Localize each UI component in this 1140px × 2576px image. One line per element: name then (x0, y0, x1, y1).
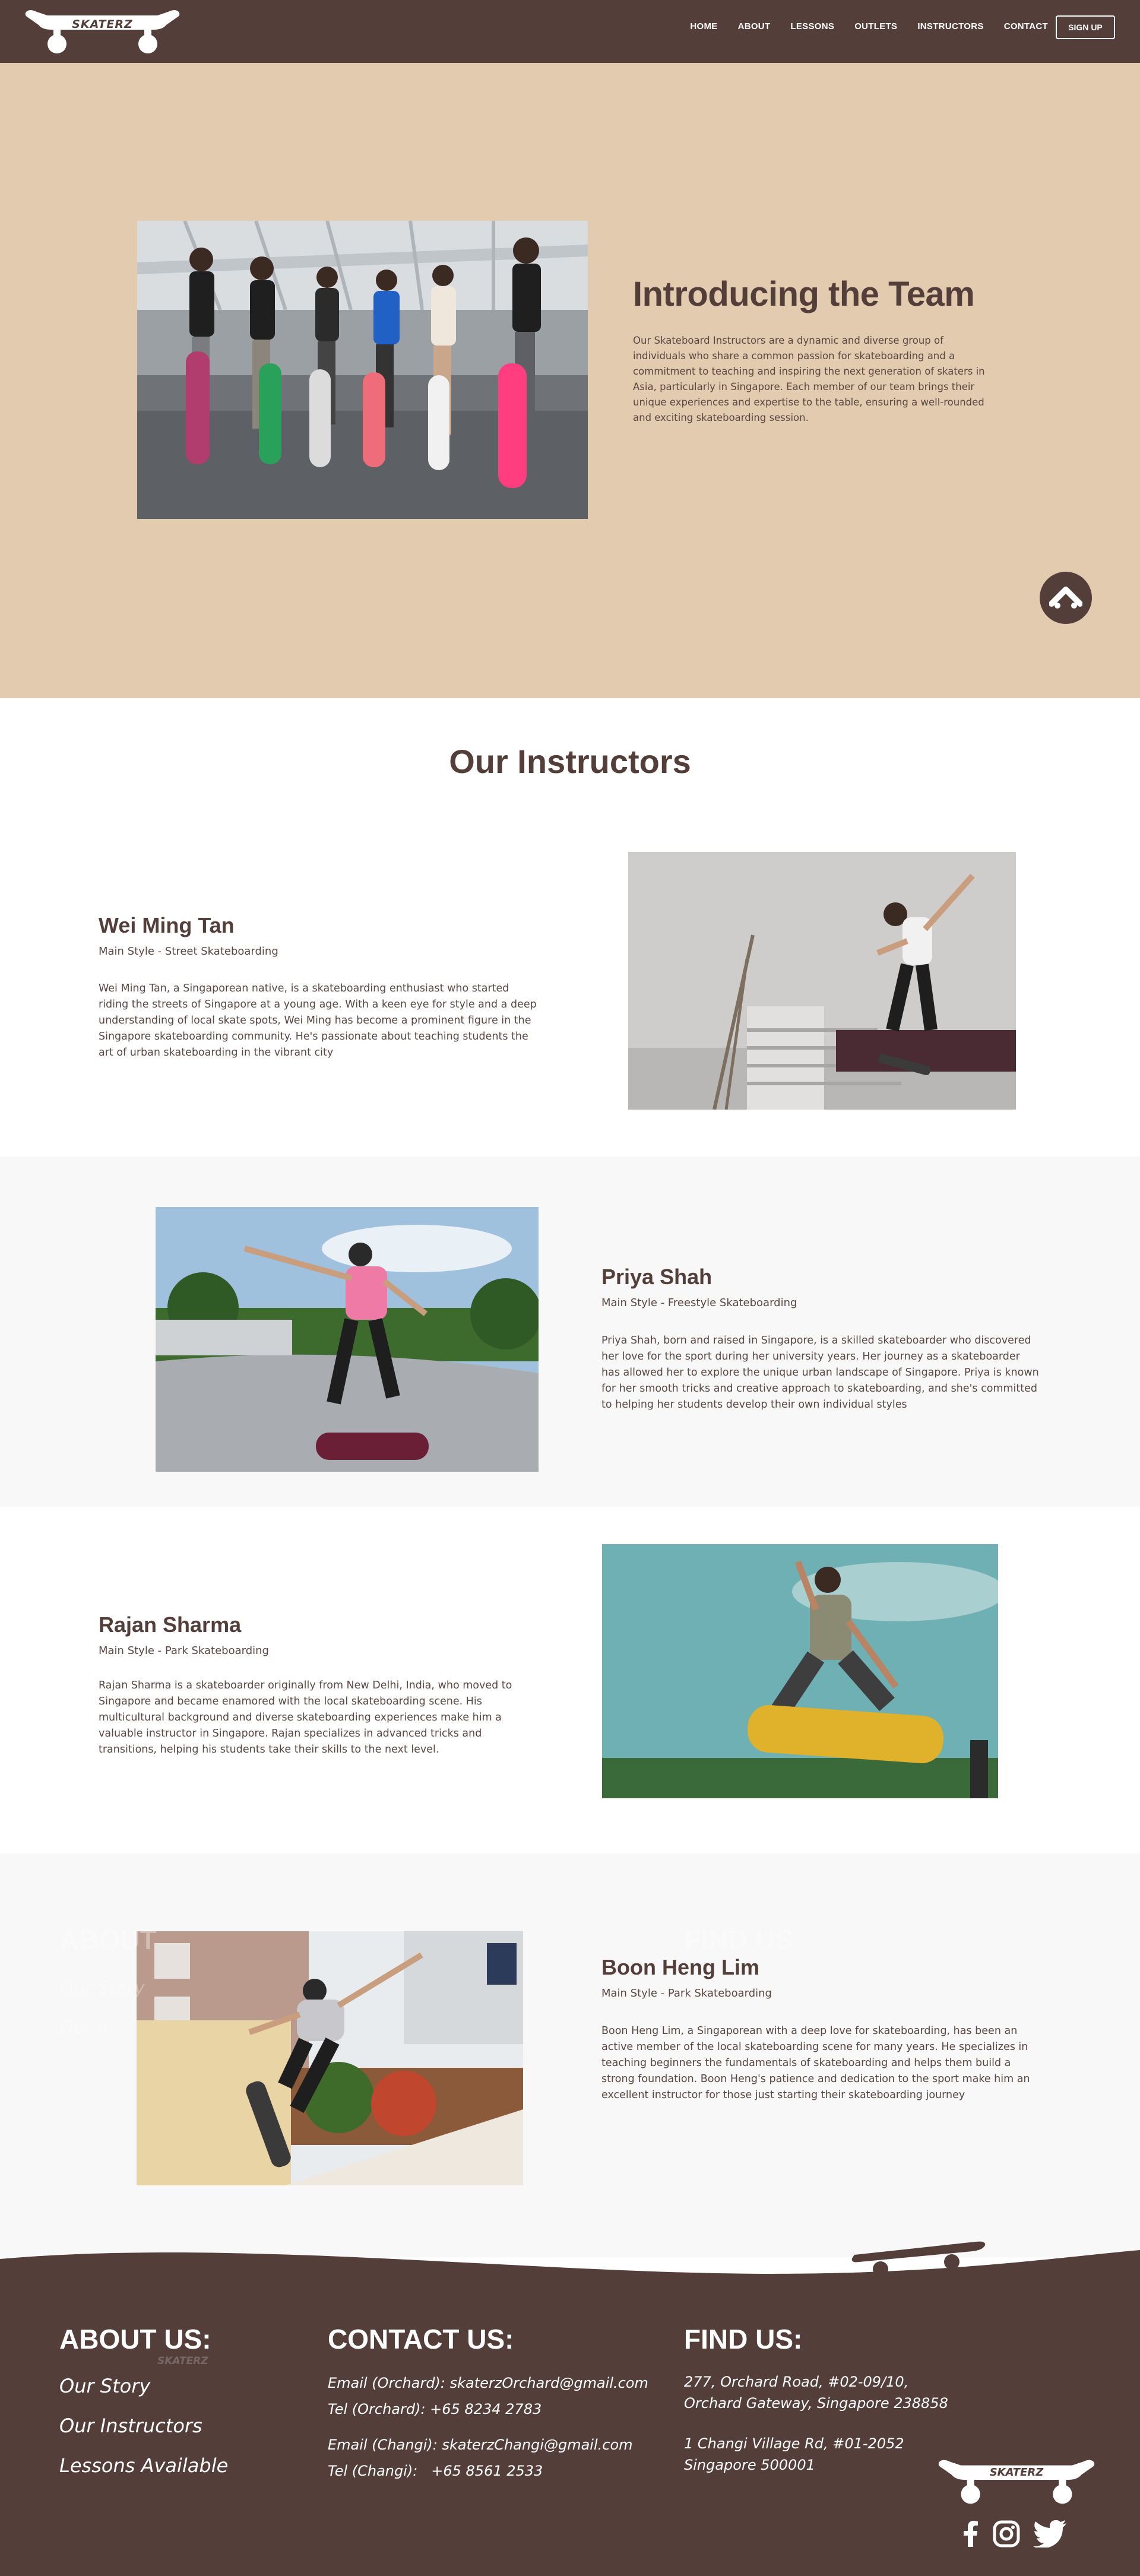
contact-changi-email[interactable]: Email (Changi): skaterzChangi@gmail.com (328, 2434, 633, 2455)
footer-link-our-story[interactable]: Our Story (59, 2375, 150, 2397)
instructor-photo-boon-heng (137, 1931, 523, 2185)
instructor-name-wei-ming: Wei Ming Tan (99, 913, 235, 937)
address-changi-line-1: 1 Changi Village Rd, #01-2052 (684, 2435, 904, 2452)
instructor-name-priya: Priya Shah (601, 1265, 712, 1289)
facebook-icon[interactable] (959, 2516, 983, 2552)
contact-changi-tel[interactable]: Tel (Changi): +65 8561 2533 (328, 2460, 543, 2482)
nav-links: HOME ABOUT LESSONS OUTLETS INSTRUCTORS C… (680, 21, 1058, 33)
footer-logo-text: SKATERZ (989, 2466, 1044, 2479)
nav-home[interactable]: HOME (680, 21, 727, 33)
hero-description: Our Skateboard Instructors are a dynamic… (633, 335, 985, 423)
address-orchard-line-2: Orchard Gateway, Singapore 238858 (684, 2395, 948, 2412)
instructor-bio-wei-ming: Wei Ming Tan, a Singaporean native, is a… (99, 983, 537, 1059)
instructor-name-rajan: Rajan Sharma (99, 1612, 242, 1637)
nav-outlets[interactable]: OUTLETS (844, 21, 907, 33)
nav-lessons[interactable]: LESSONS (780, 21, 844, 33)
instructors-section-title: Our Instructors (449, 743, 691, 780)
ghost-about-heading: ABOUT (59, 1924, 157, 1955)
instructor-style-rajan: Main Style - Park Skateboarding (99, 1645, 269, 1657)
sign-up-button[interactable]: SIGN UP (1056, 15, 1115, 39)
hero-title: Introducing the Team (633, 275, 975, 313)
ghost-about-link-1: Our Story (59, 1978, 145, 1999)
scroll-to-top-button[interactable] (1040, 572, 1092, 624)
contact-orchard-tel[interactable]: Tel (Orchard): +65 8234 2783 (328, 2398, 542, 2420)
nav-instructors[interactable]: INSTRUCTORS (907, 21, 993, 33)
ghost-find-heading: FIND US (684, 1924, 793, 1955)
footer-link-lessons[interactable]: Lessons Available (59, 2454, 228, 2477)
footer-faint-logo-text: SKATERZ (157, 2355, 208, 2367)
instructor-photo-wei-ming (628, 852, 1016, 1110)
instructor-photo-rajan (602, 1544, 998, 1798)
instructor-style-boon-heng: Main Style - Park Skateboarding (601, 1987, 772, 2000)
instructor-bio-priya: Priya Shah, born and raised in Singapore… (601, 1335, 1039, 1411)
footer-skateboard-logo-icon (938, 2460, 1095, 2504)
footer-logo[interactable]: SKATERZ (937, 2456, 1096, 2510)
instructor-style-priya: Main Style - Freestyle Skateboarding (601, 1297, 797, 1309)
footer-about-heading: ABOUT US: (59, 2324, 211, 2355)
logo-text: SKATERZ (72, 18, 133, 31)
top-navbar: SKATERZ HOME ABOUT LESSONS OUTLETS INSTR… (0, 0, 1140, 63)
footer-link-our-instructors[interactable]: Our Instructors (59, 2415, 202, 2437)
skaterz-logo[interactable]: SKATERZ (24, 7, 181, 58)
nav-contact[interactable]: CONTACT (994, 21, 1058, 33)
address-changi-line-2: Singapore 500001 (684, 2457, 815, 2473)
nav-about[interactable]: ABOUT (728, 21, 781, 33)
footer-skateboard-icon (851, 2241, 986, 2277)
instructor-bio-rajan: Rajan Sharma is a skateboarder originall… (99, 1680, 512, 1756)
team-photo (137, 221, 588, 519)
ghost-about-link-2: Our In (59, 2017, 115, 2038)
instructor-style-wei-ming: Main Style - Street Skateboarding (99, 945, 278, 958)
skateboard-logo-icon (25, 10, 180, 53)
instagram-icon[interactable] (991, 2516, 1022, 2552)
twitter-icon[interactable] (1031, 2516, 1068, 2552)
footer-contact-heading: CONTACT US: (328, 2324, 514, 2355)
instructor-bio-boon-heng: Boon Heng Lim, a Singaporean with a deep… (601, 2025, 1030, 2101)
chevron-up-icon (1049, 587, 1082, 609)
footer-find-heading: FIND US: (684, 2324, 803, 2355)
hero-wave-divider (0, 639, 1140, 674)
contact-orchard-email[interactable]: Email (Orchard): skaterzOrchard@gmail.co… (328, 2372, 648, 2394)
instructor-name-boon-heng: Boon Heng Lim (601, 1955, 759, 1979)
address-orchard-line-1: 277, Orchard Road, #02-09/10, (684, 2374, 909, 2390)
instructor-photo-priya (156, 1207, 539, 1472)
